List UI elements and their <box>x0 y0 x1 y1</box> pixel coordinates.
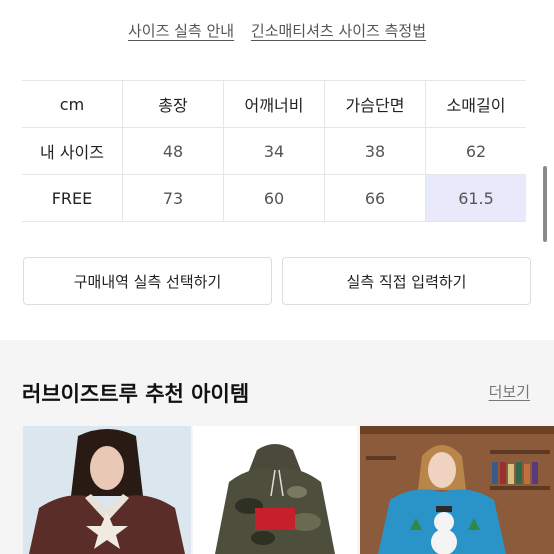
table-cell: 66 <box>324 174 426 222</box>
recommend-title: 러브이즈트루 추천 아이템 <box>22 382 250 406</box>
table-cell: 48 <box>122 127 224 175</box>
table-row-free: FREE 73 60 66 61.5 <box>22 174 526 222</box>
table-row-my-size: 내 사이즈 48 34 38 62 <box>22 127 526 175</box>
longsleeve-measure-method-link[interactable]: 긴소매티셔츠 사이즈 측정법 <box>251 22 426 40</box>
table-cell-highlighted: 61.5 <box>425 174 526 222</box>
scrollbar[interactable] <box>543 166 547 242</box>
table-cell: 60 <box>223 174 325 222</box>
header-sleeve-length: 소매길이 <box>425 80 526 128</box>
size-table: cm 총장 어깨너비 가슴단면 소매길이 내 사이즈 48 34 38 62 F… <box>22 80 526 222</box>
table-cell: 73 <box>122 174 224 222</box>
row-label: FREE <box>22 174 123 222</box>
product-image-hoodie-brown <box>23 426 191 554</box>
row-label: 내 사이즈 <box>22 127 123 175</box>
product-image-hoodie-blue <box>360 426 554 554</box>
select-purchase-history-button[interactable]: 구매내역 실측 선택하기 <box>23 257 272 305</box>
size-guide-links: 사이즈 실측 안내 긴소매티셔츠 사이즈 측정법 <box>0 20 554 41</box>
header-shoulder-width: 어깨너비 <box>223 80 325 128</box>
table-cell: 34 <box>223 127 325 175</box>
product-card[interactable] <box>193 426 357 554</box>
product-card[interactable] <box>23 426 191 554</box>
direct-input-button[interactable]: 실측 직접 입력하기 <box>282 257 531 305</box>
header-unit: cm <box>22 80 123 128</box>
table-cell: 38 <box>324 127 426 175</box>
more-link[interactable]: 더보기 <box>489 381 530 402</box>
header-total-length: 총장 <box>122 80 224 128</box>
size-table-header: cm 총장 어깨너비 가슴단면 소매길이 <box>22 80 526 128</box>
table-cell: 62 <box>425 127 526 175</box>
header-chest-width: 가슴단면 <box>324 80 426 128</box>
product-image-hoodie-camo <box>193 426 357 554</box>
size-measure-guide-link[interactable]: 사이즈 실측 안내 <box>128 22 234 40</box>
product-card[interactable] <box>360 426 554 554</box>
